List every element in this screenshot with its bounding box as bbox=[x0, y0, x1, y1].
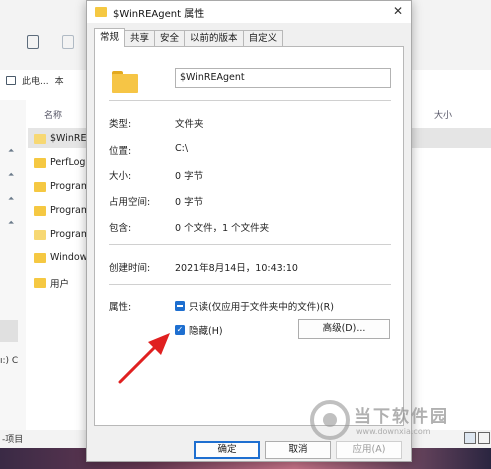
folder-icon bbox=[34, 278, 46, 288]
copy-icon[interactable] bbox=[27, 35, 39, 49]
ok-button[interactable]: 确定 bbox=[194, 441, 260, 459]
pin-icon: ⏶ bbox=[8, 194, 15, 203]
advanced-button[interactable]: 高级(D)... bbox=[298, 319, 390, 339]
tab-security[interactable]: 安全 bbox=[154, 30, 186, 47]
attributes-label: 属性: bbox=[109, 302, 132, 313]
created-label: 创建时间: bbox=[109, 263, 151, 274]
size-label: 大小: bbox=[109, 171, 132, 182]
tab-bar: 常规 共享 安全 以前的版本 自定义 bbox=[94, 28, 284, 47]
status-item-count: -项目 bbox=[2, 435, 24, 445]
hidden-checkbox-row[interactable]: ✓ 隐藏(H) bbox=[175, 323, 223, 337]
tab-sharing[interactable]: 共享 bbox=[124, 30, 156, 47]
readonly-checkbox-row[interactable]: 只读(仅应用于文件夹中的文件)(R) bbox=[175, 299, 334, 313]
watermark-text: 当下软件园 bbox=[354, 407, 449, 427]
folder-icon bbox=[34, 252, 46, 263]
folder-icon bbox=[34, 181, 46, 192]
file-row[interactable]: $WinREA bbox=[34, 133, 93, 144]
file-name: Program bbox=[50, 205, 91, 216]
file-row[interactable]: Program bbox=[34, 229, 90, 240]
tab-customize[interactable]: 自定义 bbox=[242, 30, 284, 47]
file-name: PerfLogs bbox=[50, 157, 91, 168]
nav-selected-item[interactable] bbox=[0, 320, 18, 342]
file-row[interactable]: Windows bbox=[34, 252, 92, 263]
divider bbox=[109, 284, 391, 285]
file-name: 用户 bbox=[50, 279, 70, 290]
readonly-checkbox[interactable] bbox=[175, 301, 185, 311]
breadcrumb-item[interactable]: 本 bbox=[55, 74, 64, 87]
dialog-titlebar[interactable]: $WinREAgent 属性 ✕ bbox=[87, 1, 411, 23]
size-on-disk-label: 占用空间: bbox=[109, 197, 151, 208]
size-on-disk-value: 0 字节 bbox=[175, 197, 204, 208]
hidden-checkbox[interactable]: ✓ bbox=[175, 325, 185, 335]
breadcrumb-item[interactable]: 此电... bbox=[22, 74, 49, 87]
file-name: Program bbox=[50, 181, 91, 192]
file-row[interactable]: Program bbox=[34, 181, 90, 192]
folder-icon bbox=[112, 71, 138, 93]
readonly-label: 只读(仅应用于文件夹中的文件)(R) bbox=[189, 302, 334, 313]
type-value: 文件夹 bbox=[175, 119, 204, 130]
folder-icon bbox=[34, 133, 46, 144]
computer-icon bbox=[6, 75, 16, 85]
folder-name-field[interactable]: $WinREAgent bbox=[175, 68, 391, 88]
contains-label: 包含: bbox=[109, 223, 132, 234]
file-name: Program bbox=[50, 229, 91, 240]
divider bbox=[109, 100, 391, 101]
watermark-url: www.downxia.com bbox=[356, 427, 431, 436]
file-row[interactable]: Program bbox=[34, 205, 90, 216]
close-icon[interactable]: ✕ bbox=[393, 4, 403, 18]
column-header-size[interactable]: 大小 bbox=[434, 108, 452, 121]
type-label: 类型: bbox=[109, 119, 132, 130]
nav-drive-label[interactable]: ı:) C bbox=[0, 356, 18, 366]
folder-icon bbox=[95, 7, 107, 17]
contains-value: 0 个文件，1 个文件夹 bbox=[175, 223, 270, 234]
location-label: 位置: bbox=[109, 146, 132, 157]
folder-icon bbox=[34, 229, 46, 240]
paste-icon[interactable] bbox=[62, 35, 74, 49]
address-bar[interactable]: 此电... 本 bbox=[6, 72, 86, 88]
location-value: C:\ bbox=[175, 143, 189, 154]
tab-previous-versions[interactable]: 以前的版本 bbox=[184, 30, 244, 47]
size-value: 0 字节 bbox=[175, 171, 204, 182]
file-row[interactable]: 用户 bbox=[34, 276, 69, 290]
pin-icon: ⏶ bbox=[8, 146, 15, 155]
hidden-label: 隐藏(H) bbox=[189, 326, 223, 337]
divider bbox=[109, 244, 391, 245]
pin-icon: ⏶ bbox=[8, 218, 15, 227]
dialog-title: $WinREAgent 属性 bbox=[113, 8, 205, 20]
column-header-name[interactable]: 名称 bbox=[44, 108, 62, 121]
properties-dialog: $WinREAgent 属性 ✕ 常规 共享 安全 以前的版本 自定义 $Win… bbox=[86, 0, 412, 462]
annotation-arrow-icon bbox=[118, 333, 170, 384]
folder-icon bbox=[34, 205, 46, 216]
tab-general[interactable]: 常规 bbox=[94, 28, 126, 47]
folder-icon bbox=[34, 157, 46, 168]
file-row[interactable]: PerfLogs bbox=[34, 157, 90, 168]
pin-icon: ⏶ bbox=[8, 170, 15, 179]
created-value: 2021年8月14日，10:43:10 bbox=[175, 263, 298, 274]
